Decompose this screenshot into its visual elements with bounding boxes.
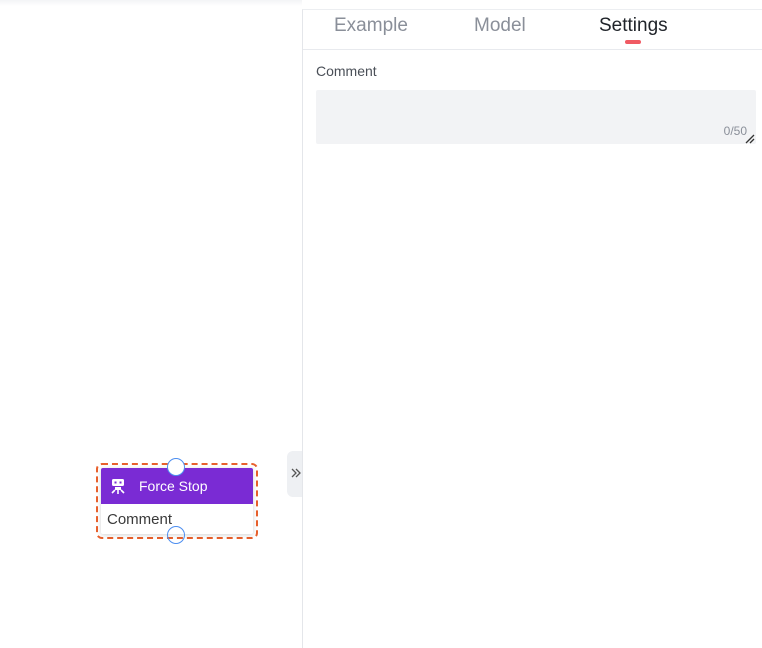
node-title: Force Stop: [139, 478, 208, 494]
tab-model[interactable]: Model: [474, 15, 526, 37]
node-input-port[interactable]: [167, 458, 185, 476]
panel-tabs: Example Model Settings: [303, 10, 762, 50]
resize-handle-icon[interactable]: [743, 131, 755, 144]
robot-stop-icon: [109, 477, 127, 495]
comment-label: Comment: [316, 63, 377, 79]
comment-field-container: 0/50: [316, 90, 756, 144]
double-chevron-right-icon: [291, 465, 301, 483]
active-tab-indicator: [625, 40, 641, 44]
tab-example[interactable]: Example: [334, 15, 408, 37]
properties-panel: Example Model Settings Comment 0/50: [302, 9, 762, 648]
comment-textarea[interactable]: [316, 90, 756, 144]
node-comment: Comment: [107, 511, 173, 528]
tab-settings[interactable]: Settings: [599, 15, 668, 37]
node-output-port[interactable]: [167, 526, 185, 544]
node-card[interactable]: Force Stop Comment: [101, 468, 253, 534]
canvas-top-shadow: [0, 0, 302, 6]
